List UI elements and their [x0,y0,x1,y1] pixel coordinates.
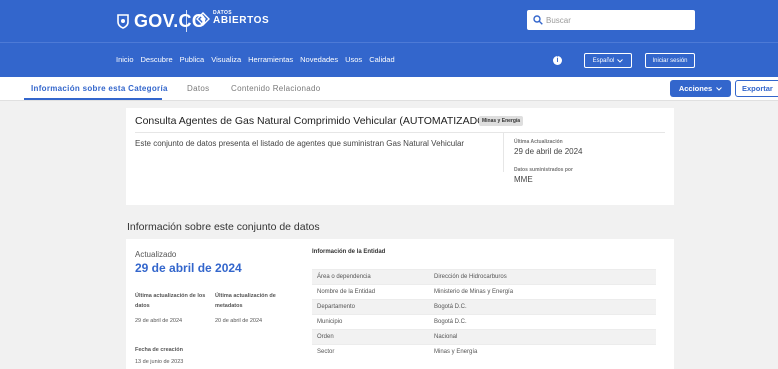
data-update-label: Última actualización de los datos [135,293,206,309]
table-row: Sector Minas y Energía [312,344,656,360]
updated-label: Actualizado [135,250,177,259]
nav-visualiza[interactable]: Visualiza [211,55,241,64]
metadata-update-label: Última actualización de metadatos [215,293,276,309]
created-label: Fecha de creación [135,347,183,353]
dataset-title: Consulta Agentes de Gas Natural Comprimi… [135,115,489,127]
nav-links: Inicio Descubre Publica Visualiza Herram… [116,55,395,64]
data-update-value: 29 de abril de 2024 [135,318,183,324]
nav-descubre[interactable]: Descubre [141,55,173,64]
acciones-label: Acciones [678,84,713,93]
chevron-down-icon [716,86,723,91]
created-value: 13 de junio de 2023 [135,359,184,365]
abiertos-label: ABIERTOS [213,15,270,26]
table-row: Municipio Bogotá D.C. [312,314,656,330]
table-row: Orden Nacional [312,329,656,345]
logo-divider [186,10,187,32]
entity-value: Bogotá D.C. [429,314,656,330]
entity-value: Dirección de Hidrocarburos [429,269,656,285]
table-row: Departamento Bogotá D.C. [312,299,656,315]
category-tag[interactable]: Minas y Energía [479,116,524,126]
divider [135,132,665,133]
entity-value: Nacional [429,329,656,345]
search-icon[interactable] [533,15,543,25]
provider-value: MME [514,175,533,184]
entity-key: Municipio [312,314,429,330]
search-input[interactable] [546,15,686,25]
tab-bar: Información sobre esta Categoría Datos C… [0,77,778,101]
entity-key: Sector [312,344,429,360]
login-button[interactable]: Iniciar sesión [645,53,695,68]
last-update-label: Última Actualización [514,139,563,145]
dataset-info-card: Actualizado 29 de abril de 2024 Última a… [126,239,674,369]
last-update-value: 29 de abril de 2024 [514,147,583,156]
colombia-shield-icon [117,13,129,29]
entity-key: Nombre de la Entidad [312,284,429,300]
dataset-summary-card: Consulta Agentes de Gas Natural Comprimi… [126,108,674,205]
tab-datos[interactable]: Datos [187,84,209,93]
entity-info-table: Área o dependencia Dirección de Hidrocar… [312,269,656,360]
tab-contenido-relacionado[interactable]: Contenido Relacionado [231,84,320,93]
divider [503,132,504,172]
nav-usos[interactable]: Usos [345,55,362,64]
dataset-description: Este conjunto de datos presenta el lista… [135,139,465,148]
entity-key: Departamento [312,299,429,315]
entity-key: Orden [312,329,429,345]
nav-calidad[interactable]: Calidad [369,55,394,64]
nav-herramientas[interactable]: Herramientas [248,55,293,64]
info-icon[interactable]: i [553,56,562,65]
exportar-button[interactable]: Exportar [735,80,778,97]
top-header: GOV.CO DATOS ABIERTOS [0,0,778,42]
provider-label: Datos suministrados por [514,167,573,173]
updated-date: 29 de abril de 2024 [135,261,242,275]
language-select[interactable]: Español [584,53,632,68]
search-box[interactable] [527,10,695,30]
datos-abiertos-icon [196,11,210,26]
active-tab-indicator [24,98,162,100]
acciones-button[interactable]: Acciones [670,80,731,97]
nav-novedades[interactable]: Novedades [300,55,338,64]
table-row: Nombre de la Entidad Ministerio de Minas… [312,284,656,300]
entity-value: Minas y Energía [429,344,656,360]
section-title: Información sobre este conjunto de datos [127,221,320,233]
language-label: Español [592,57,615,64]
main-nav: Inicio Descubre Publica Visualiza Herram… [0,42,778,77]
metadata-update-value: 20 de abril de 2024 [215,318,263,324]
table-row: Área o dependencia Dirección de Hidrocar… [312,269,656,285]
entity-value: Bogotá D.C. [429,299,656,315]
datos-abiertos-logo[interactable]: DATOS ABIERTOS [196,11,269,26]
tab-informacion[interactable]: Información sobre esta Categoría [31,84,168,93]
entity-value: Ministerio de Minas y Energía [429,284,656,300]
nav-publica[interactable]: Publica [180,55,205,64]
nav-inicio[interactable]: Inicio [116,55,134,64]
chevron-down-icon [617,58,624,63]
entity-info-title: Información de la Entidad [312,249,386,255]
entity-key: Área o dependencia [312,269,429,285]
gov-co-logo[interactable]: GOV.CO [116,9,206,33]
